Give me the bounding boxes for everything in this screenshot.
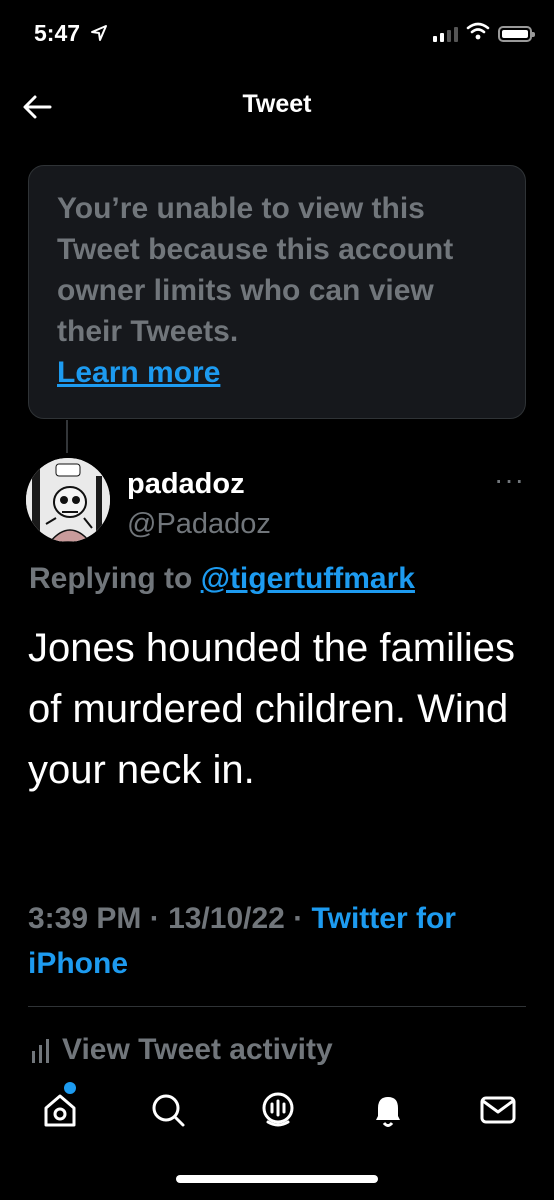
view-tweet-activity-button[interactable]: View Tweet activity <box>30 1033 333 1067</box>
home-icon <box>44 1094 76 1127</box>
more-options-button[interactable]: ··· <box>494 466 525 494</box>
avatar[interactable] <box>26 458 110 542</box>
nav-search[interactable] <box>146 1088 190 1132</box>
nav-home[interactable] <box>38 1082 82 1132</box>
display-name[interactable]: padadoz <box>127 468 245 501</box>
tweet-metadata: 3:39 PM · 13/10/22 · Twitter for iPhone <box>28 902 456 980</box>
learn-more-link[interactable]: Learn more <box>57 352 220 393</box>
user-handle[interactable]: @Padadoz <box>127 508 271 541</box>
avatar-image <box>26 458 110 542</box>
home-indicator <box>176 1175 378 1183</box>
replying-to: Replying to @tigertuffmark <box>29 562 415 596</box>
notifications-icon <box>376 1097 400 1127</box>
tweet-text: Jones hounded the families of murdered c… <box>28 626 515 792</box>
notice-text: You’re unable to view this Tweet because… <box>57 192 454 348</box>
status-time: 5:47 <box>34 20 108 48</box>
cellular-signal-icon <box>433 26 458 42</box>
mention-link[interactable]: @tigertuffmark <box>201 562 415 595</box>
tweet-time: 3:39 PM <box>28 902 142 935</box>
replying-to-label: Replying to <box>29 562 193 595</box>
nav-notifications[interactable] <box>366 1088 410 1132</box>
battery-icon <box>498 25 535 42</box>
tweet-date: 13/10/22 <box>168 902 285 935</box>
nav-messages[interactable] <box>476 1088 520 1132</box>
divider <box>28 1006 526 1007</box>
status-icons <box>433 22 535 45</box>
messages-icon <box>480 1096 516 1124</box>
protected-tweet-notice: You’re unable to view this Tweet because… <box>28 165 526 419</box>
wifi-icon <box>466 22 490 45</box>
search-icon <box>152 1094 185 1127</box>
page-title: Tweet <box>242 90 312 118</box>
analytics-icon <box>32 1039 49 1063</box>
location-arrow-icon <box>90 21 108 48</box>
home-notification-dot <box>64 1082 76 1094</box>
nav-spaces[interactable] <box>256 1088 300 1132</box>
spaces-icon <box>262 1092 294 1127</box>
activity-label: View Tweet activity <box>62 1033 333 1066</box>
thread-connector <box>66 420 68 453</box>
